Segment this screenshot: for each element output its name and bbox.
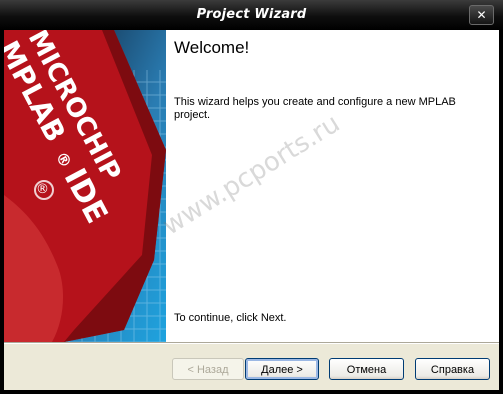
- window-title: Project Wizard: [196, 7, 307, 22]
- help-button[interactable]: Справка: [415, 358, 490, 380]
- project-wizard-window: Project Wizard ✕ MICROCHIP MPLAB ® IDE ®…: [0, 0, 503, 394]
- wizard-body: MICROCHIP MPLAB ® IDE ® Welcome! This wi…: [4, 30, 499, 390]
- continue-instruction: To continue, click Next.: [174, 312, 287, 324]
- title-bar[interactable]: Project Wizard ✕: [0, 0, 503, 30]
- microchip-logo-graphic: MICROCHIP MPLAB ® IDE ®: [4, 30, 166, 342]
- back-button[interactable]: < Назад: [172, 358, 244, 380]
- button-separator-highlight: [4, 343, 499, 344]
- banner-registered-symbol: ®: [36, 182, 49, 197]
- wizard-description: This wizard helps you create and configu…: [174, 96, 456, 121]
- welcome-heading: Welcome!: [174, 38, 250, 57]
- next-button[interactable]: Далее >: [245, 358, 319, 380]
- cancel-button[interactable]: Отмена: [329, 358, 404, 380]
- close-icon[interactable]: ✕: [469, 5, 494, 25]
- mplab-banner-image: MICROCHIP MPLAB ® IDE ®: [4, 30, 166, 342]
- wizard-content-panel: Welcome! This wizard helps you create an…: [166, 30, 499, 342]
